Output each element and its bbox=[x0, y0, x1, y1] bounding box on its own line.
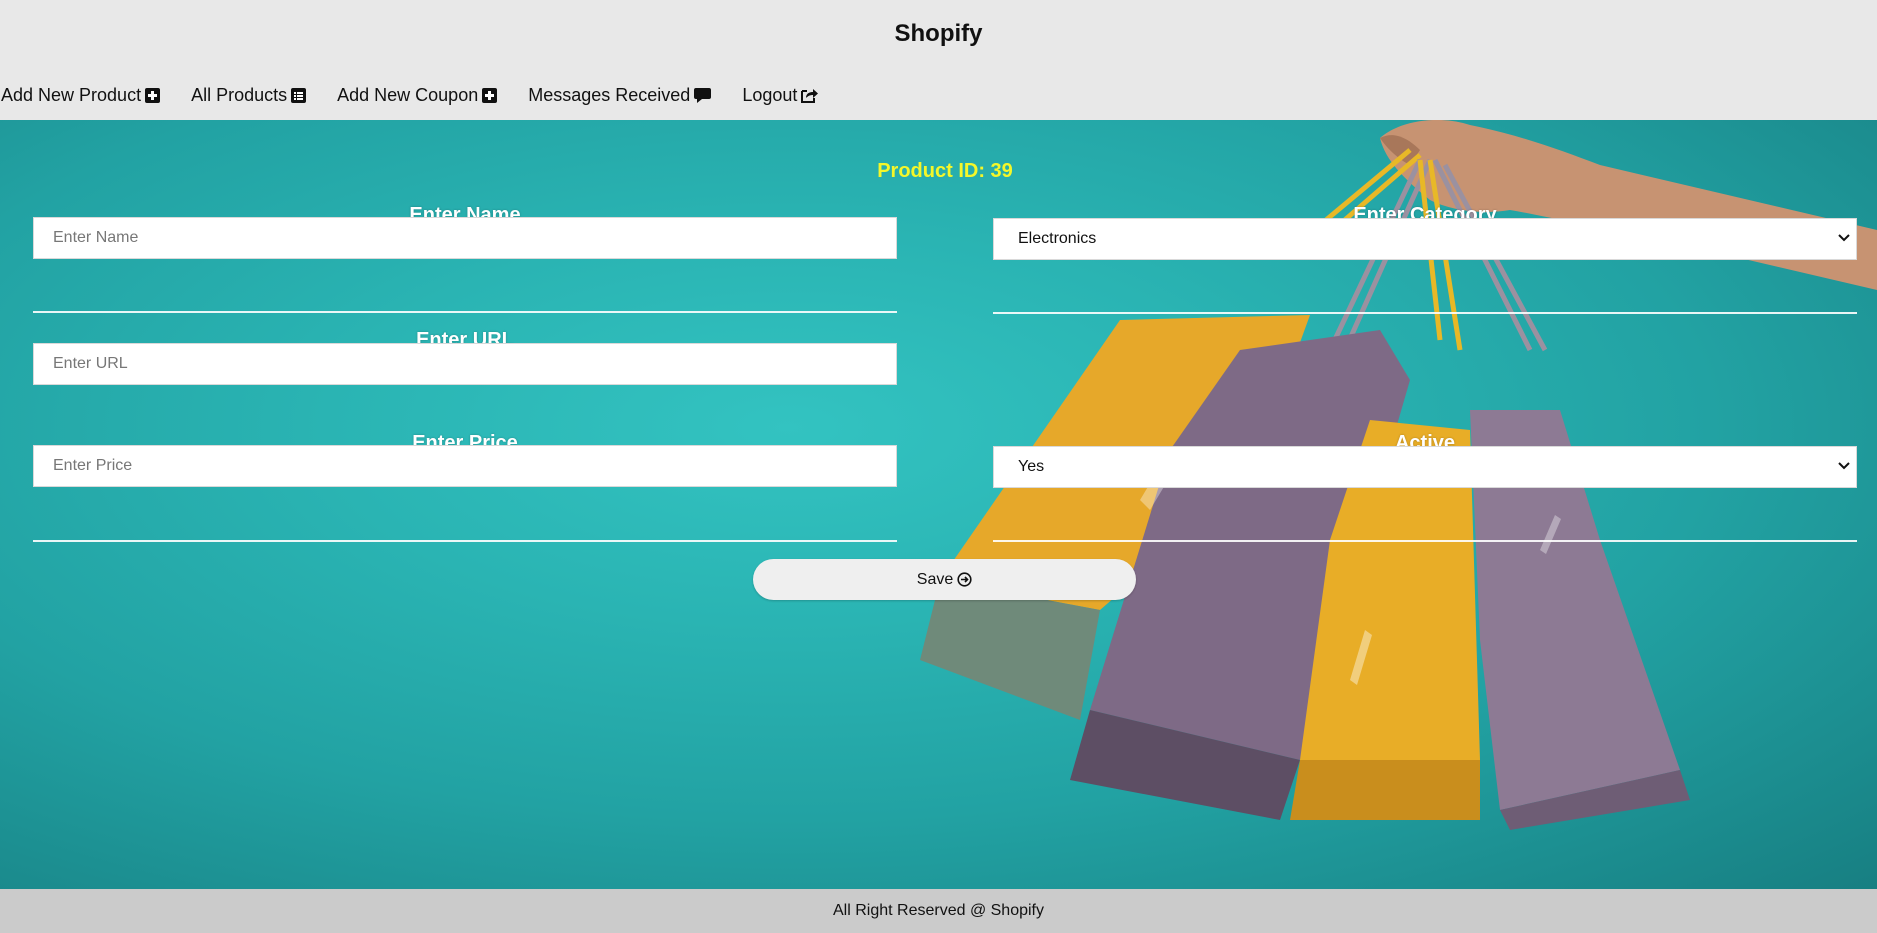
nav-label: Logout bbox=[742, 84, 798, 105]
header: Shopify Add New Product All Products Add… bbox=[0, 0, 1877, 120]
nav-logout[interactable]: Logout bbox=[742, 85, 819, 106]
active-select[interactable]: Yes bbox=[993, 446, 1857, 488]
nav-label: Add New Coupon bbox=[337, 84, 479, 105]
url-input[interactable] bbox=[34, 344, 896, 384]
price-divider bbox=[33, 540, 897, 542]
hero-section: Product ID: 39 Enter Name Enter Category… bbox=[0, 120, 1877, 889]
list-alt-icon bbox=[291, 87, 307, 103]
active-divider bbox=[993, 540, 1857, 542]
nav-add-new-coupon[interactable]: Add New Coupon bbox=[337, 84, 498, 106]
chevron-down-icon bbox=[1838, 458, 1850, 476]
share-square-icon bbox=[801, 87, 819, 103]
category-select[interactable]: Electronics bbox=[993, 218, 1857, 260]
save-button[interactable]: Save bbox=[753, 559, 1136, 600]
plus-square-icon bbox=[482, 87, 498, 103]
nav-bar: Add New Product All Products Add New Cou… bbox=[1, 82, 850, 108]
plus-square-icon bbox=[145, 87, 161, 103]
nav-label: Messages Received bbox=[528, 84, 691, 105]
app-title: Shopify bbox=[894, 20, 983, 47]
nav-add-new-product[interactable]: Add New Product bbox=[1, 84, 161, 106]
chevron-down-icon bbox=[1838, 230, 1850, 248]
nav-label: Add New Product bbox=[1, 84, 142, 105]
price-field bbox=[33, 445, 897, 487]
comment-icon bbox=[694, 87, 712, 103]
name-field bbox=[33, 217, 897, 259]
footer-text: All Right Reserved @ Shopify bbox=[833, 902, 1044, 919]
footer: All Right Reserved @ Shopify bbox=[0, 889, 1877, 933]
name-input[interactable] bbox=[34, 218, 896, 258]
category-divider bbox=[993, 312, 1857, 314]
nav-label: All Products bbox=[191, 84, 288, 105]
nav-all-products[interactable]: All Products bbox=[191, 84, 307, 106]
category-selected-value: Electronics bbox=[1018, 230, 1097, 247]
price-input[interactable] bbox=[34, 446, 896, 486]
url-field bbox=[33, 343, 897, 385]
name-divider bbox=[33, 311, 897, 313]
save-label: Save bbox=[916, 570, 954, 588]
active-selected-value: Yes bbox=[1018, 458, 1045, 475]
product-id: Product ID: 39 bbox=[877, 160, 1013, 182]
nav-messages-received[interactable]: Messages Received bbox=[528, 84, 712, 106]
arrow-circle-right-icon bbox=[957, 572, 972, 587]
